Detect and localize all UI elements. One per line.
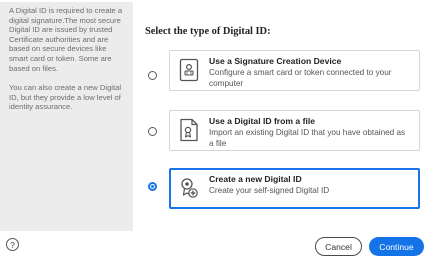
help-glyph: ?: [10, 239, 15, 250]
option-create-new[interactable]: Create a new Digital ID Create your self…: [169, 168, 420, 209]
option-title: Use a Digital ID from a file: [209, 116, 316, 126]
help-icon[interactable]: ?: [6, 238, 19, 251]
option-file[interactable]: Use a Digital ID from a file Import an e…: [169, 110, 420, 151]
page-title: Select the type of Digital ID:: [145, 26, 271, 37]
radio-create-new[interactable]: [148, 182, 157, 191]
option-description: Configure a smart card or token connecte…: [209, 68, 392, 88]
radio-signature-device[interactable]: [148, 71, 157, 80]
certificate-file-icon: [180, 118, 198, 142]
option-description: Create your self-signed Digital ID: [209, 186, 330, 195]
option-signature-device[interactable]: Use a Signature Creation Device Configur…: [169, 50, 420, 91]
option-title: Create a new Digital ID: [209, 174, 302, 184]
new-digital-id-icon: [181, 178, 198, 198]
continue-button[interactable]: Continue: [369, 237, 424, 256]
radio-file[interactable]: [148, 127, 157, 136]
info-paragraph: You can also create a new Digital ID, bu…: [9, 83, 122, 112]
cancel-button[interactable]: Cancel: [315, 237, 362, 256]
option-title: Use a Signature Creation Device: [209, 56, 342, 66]
info-sidebar: A Digital ID is required to create a dig…: [0, 2, 133, 231]
info-paragraph: A Digital ID is required to create a dig…: [9, 6, 123, 73]
option-description: Import an existing Digital ID that you h…: [209, 128, 406, 148]
smart-card-icon: [179, 58, 199, 82]
